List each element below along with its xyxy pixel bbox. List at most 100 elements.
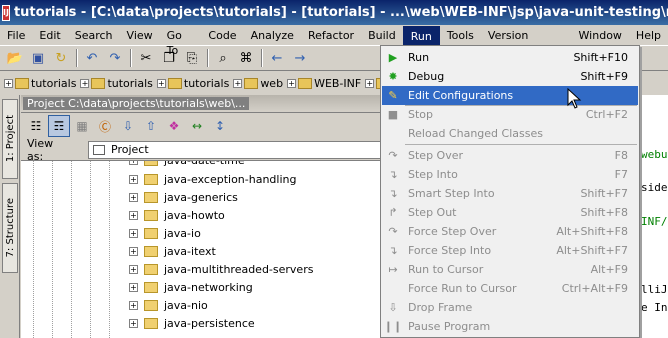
- folder-icon: [91, 77, 106, 89]
- paste-icon[interactable]: ⎘: [181, 47, 203, 69]
- tree-item[interactable]: + java-date-time: [129, 161, 245, 169]
- tab-project[interactable]: 1: Project: [2, 99, 18, 179]
- run-menu-item-drop-frame[interactable]: ⇩ Drop Frame: [382, 298, 638, 317]
- run-menu-item-debug[interactable]: ✸ Debug Shift+F9: [382, 67, 638, 86]
- run-menu-item-step-into[interactable]: ↴ Step Into F7: [382, 165, 638, 184]
- run-menu-item-step-over[interactable]: ↷ Step Over F8: [382, 146, 638, 165]
- menu-view[interactable]: View: [120, 26, 160, 45]
- flatten-packages-icon[interactable]: ☷: [25, 115, 47, 137]
- breadcrumb-label: tutorials: [31, 76, 77, 90]
- menu-help[interactable]: Help: [629, 26, 668, 45]
- expand-icon[interactable]: +: [129, 300, 138, 310]
- tree-item[interactable]: + java-exception-handling: [129, 170, 296, 188]
- run-menu-item-step-out[interactable]: ↱ Step Out Shift+F8: [382, 203, 638, 222]
- scroll-from-source-icon[interactable]: ⇧: [140, 115, 162, 137]
- menu-version-control[interactable]: Version Control: [481, 26, 572, 57]
- folder-icon: [298, 77, 313, 89]
- expand-icon[interactable]: +: [129, 174, 138, 184]
- run-menu-item-stop[interactable]: ■ Stop Ctrl+F2: [382, 105, 638, 124]
- tree-item-label: java-exception-handling: [164, 172, 297, 186]
- tree-guide-line: [33, 161, 34, 338]
- class-hierarchy-icon[interactable]: Ⓒ: [94, 115, 116, 137]
- group-icon[interactable]: ▦: [71, 115, 93, 137]
- run-menu-item-pause-program[interactable]: ❙❙ Pause Program: [382, 317, 638, 336]
- expand-icon[interactable]: +: [129, 192, 138, 202]
- tree-item[interactable]: + java-networking: [129, 278, 253, 296]
- code-fragment: lliJ: [641, 283, 668, 296]
- menu-edit[interactable]: Edit: [32, 26, 67, 45]
- menu-build[interactable]: Build: [361, 26, 403, 45]
- forward-icon[interactable]: →: [289, 47, 311, 69]
- menu-refactor[interactable]: Refactor: [301, 26, 361, 45]
- breadcrumb-item[interactable]: + WEB-INF: [285, 77, 363, 90]
- scroll-to-source-icon[interactable]: ⇩: [117, 115, 139, 137]
- tree-item[interactable]: + java-nio: [129, 296, 208, 314]
- run-menu-item-run-to-cursor[interactable]: ↦ Run to Cursor Alt+F9: [382, 260, 638, 279]
- tab-structure-label: 7: Structure: [4, 198, 16, 258]
- pause-icon: ❙❙: [383, 320, 403, 333]
- menu-go-to[interactable]: Go To: [160, 26, 202, 57]
- expand-icon[interactable]: +: [129, 264, 138, 274]
- folder-icon: [144, 227, 158, 239]
- expand-icon[interactable]: +: [129, 228, 138, 238]
- menu-code[interactable]: Code: [201, 26, 243, 45]
- menu-window[interactable]: Window: [572, 26, 629, 45]
- tree-item[interactable]: + java-multithreaded-servers: [129, 260, 313, 278]
- breadcrumb-item[interactable]: + tutorials: [78, 77, 154, 90]
- breadcrumb-item[interactable]: + tutorials: [2, 77, 78, 90]
- breadcrumb-label: WEB-INF: [314, 76, 362, 90]
- expand-icon[interactable]: +: [129, 210, 138, 220]
- view-as-row: View as: Project: [21, 137, 383, 163]
- breadcrumb-label: tutorials: [183, 76, 230, 90]
- tab-structure[interactable]: 7: Structure: [2, 183, 18, 273]
- expand-icon[interactable]: +: [129, 161, 138, 165]
- run-menu-item-edit-configurations[interactable]: ✎ Edit Configurations: [382, 86, 638, 105]
- back-icon[interactable]: ←: [266, 47, 288, 69]
- run-menu-item-smart-step-into[interactable]: ↴ Smart Step Into Shift+F7: [382, 184, 638, 203]
- tree-item[interactable]: + java-persistence: [129, 314, 255, 332]
- tree-item[interactable]: + java-io: [129, 224, 201, 242]
- undo-icon[interactable]: ↶: [81, 47, 103, 69]
- cut-icon[interactable]: ✂: [135, 47, 157, 69]
- view-as-select[interactable]: Project: [88, 140, 383, 159]
- menu-item-label: Debug: [408, 70, 445, 83]
- open-folder-icon[interactable]: 📂: [4, 47, 26, 69]
- expand-icon[interactable]: +: [129, 246, 138, 256]
- run-menu-item-reload-changed-classes[interactable]: Reload Changed Classes: [382, 124, 638, 143]
- folder-icon: [144, 263, 158, 275]
- expand-all-icon[interactable]: ↔: [186, 115, 208, 137]
- run-menu-item-run[interactable]: ▶ Run Shift+F10: [382, 48, 638, 67]
- autoscroll-icon[interactable]: ❖: [163, 115, 185, 137]
- redo-icon[interactable]: ↷: [104, 47, 126, 69]
- collapse-all-icon[interactable]: ↕: [209, 115, 231, 137]
- synchronize-icon[interactable]: ↻: [50, 47, 72, 69]
- menu-tools[interactable]: Tools: [440, 26, 481, 45]
- replace-icon[interactable]: ⌘: [235, 47, 257, 69]
- tree-item-label: java-persistence: [164, 316, 255, 330]
- breadcrumb-item[interactable]: + web: [231, 77, 285, 90]
- tree-item[interactable]: + java-itext: [129, 242, 216, 260]
- smart-step-into-icon: ↴: [388, 187, 398, 200]
- show-members-icon[interactable]: ☶: [48, 115, 70, 137]
- menu-separator: [405, 144, 637, 145]
- save-all-icon[interactable]: ▣: [27, 47, 49, 69]
- tree-item[interactable]: + java-generics: [129, 188, 238, 206]
- menu-item-label: Stop: [408, 108, 434, 121]
- run-menu-item-force-step-into[interactable]: ↴ Force Step Into Alt+Shift+F7: [382, 241, 638, 260]
- run-menu-item-force-run-to-cursor[interactable]: Force Run to Cursor Ctrl+Alt+F9: [382, 279, 638, 298]
- project-tree[interactable]: + java-date-time + java-exception-handling…: [21, 161, 383, 338]
- force-step-into-icon: ↴: [388, 244, 398, 257]
- menu-search[interactable]: Search: [68, 26, 120, 45]
- run-menu-item-force-step-over[interactable]: ↷ Force Step Over Alt+Shift+F8: [382, 222, 638, 241]
- find-icon[interactable]: ⌕: [212, 47, 234, 69]
- breadcrumb-item[interactable]: + tutorials: [155, 77, 231, 90]
- title-bar: IJ tutorials - [C:\data\projects\tutoria…: [0, 0, 668, 25]
- tree-item[interactable]: + java-howto: [129, 206, 225, 224]
- menu-run[interactable]: Run: [402, 25, 440, 45]
- menu-file[interactable]: File: [0, 26, 32, 45]
- expand-icon[interactable]: +: [129, 282, 138, 292]
- copy-icon[interactable]: ❐: [158, 47, 180, 69]
- expand-icon[interactable]: +: [129, 318, 138, 328]
- project-panel-title: Project C:\data\projects\tutorials\web\.…: [23, 97, 250, 110]
- menu-analyze[interactable]: Analyze: [244, 26, 301, 45]
